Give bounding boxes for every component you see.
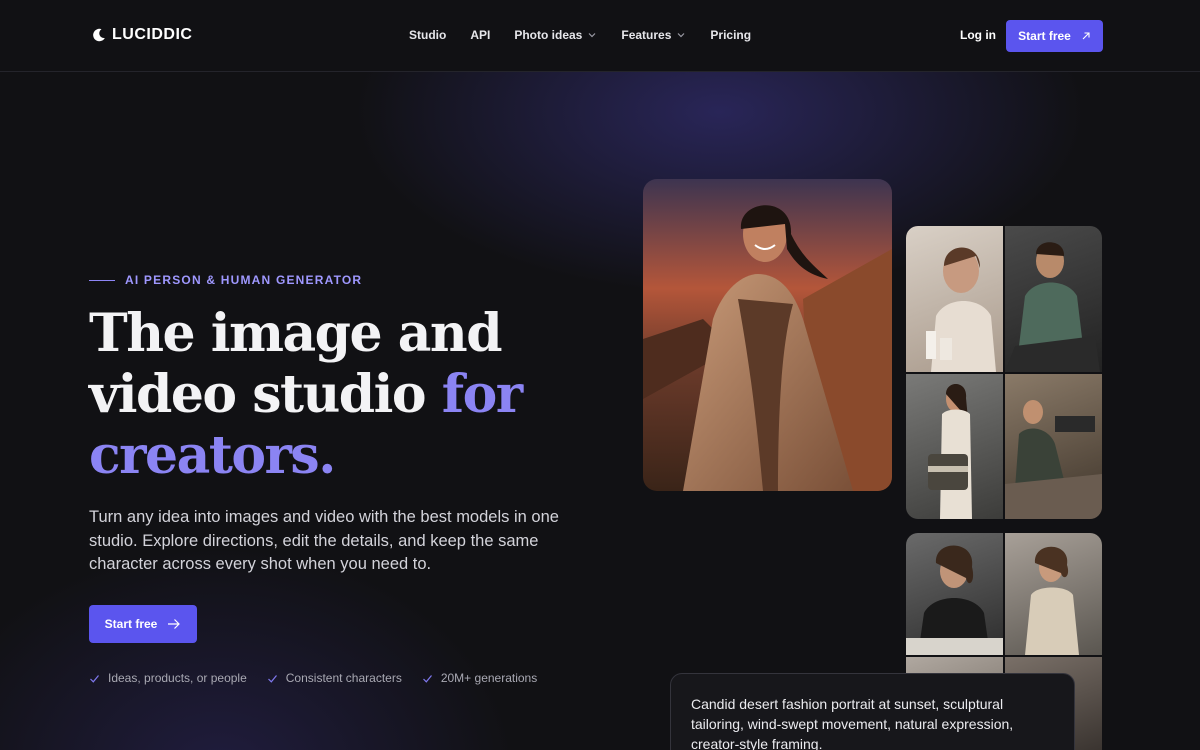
chevron-down-icon (677, 33, 685, 38)
nav-api-label: API (470, 28, 491, 42)
nav-pricing[interactable]: Pricing (710, 28, 751, 42)
check-item: Consistent characters (267, 671, 402, 685)
start-free-hero-button[interactable]: Start free (89, 605, 197, 643)
checkmark-icon (267, 674, 277, 683)
check-item: Ideas, products, or people (89, 671, 247, 685)
main-nav: Studio API Photo ideas Features Pricing (409, 28, 751, 42)
street-portrait-image (1005, 533, 1102, 655)
nav-photo-ideas[interactable]: Photo ideas (514, 28, 597, 42)
hero-checklist: Ideas, products, or people Consistent ch… (89, 671, 537, 685)
desert-portrait-illustration (643, 179, 892, 491)
check-label: 20M+ generations (440, 671, 538, 685)
fitness-portrait-image (1005, 226, 1102, 372)
living-room-portrait-image (1005, 374, 1102, 519)
chevron-down-icon (588, 33, 596, 38)
checkmark-icon (422, 674, 432, 683)
start-free-header-button[interactable]: Start free (1006, 20, 1103, 52)
brand-name: LUCIDDIC (112, 26, 193, 43)
hero-subtitle: Turn any idea into images and video with… (89, 508, 559, 573)
nav-photo-ideas-label: Photo ideas (514, 28, 583, 42)
eyebrow-text: AI PERSON & HUMAN GENERATOR (125, 273, 363, 287)
eyebrow-divider (89, 279, 115, 281)
nav-api[interactable]: API (470, 28, 490, 42)
hero-headline: The image and video studio for creators. (89, 303, 609, 486)
nav-features[interactable]: Features (621, 28, 686, 42)
prompt-text: Candid desert fashion portrait at sunset… (691, 696, 1014, 750)
moon-logo-icon (93, 28, 105, 42)
check-label: Ideas, products, or people (108, 671, 247, 685)
nav-studio[interactable]: Studio (409, 28, 446, 42)
checkmark-icon (90, 674, 99, 683)
nav-pricing-label: Pricing (710, 28, 752, 42)
desert-portrait-image (643, 179, 892, 491)
arrow-right-icon (168, 619, 181, 629)
office-portrait-image (906, 533, 1003, 655)
headline-main: The image and video studio (89, 303, 503, 425)
skincare-portrait-image (906, 226, 1003, 372)
start-free-hero-label: Start free (104, 617, 158, 631)
start-free-header-label: Start free (1018, 29, 1071, 43)
hero-eyebrow: AI PERSON & HUMAN GENERATOR (89, 273, 362, 287)
arrow-up-right-icon (1082, 32, 1090, 40)
brand-logo[interactable]: LUCIDDIC (92, 26, 192, 44)
login-link[interactable]: Log in (960, 28, 996, 42)
site-header: LUCIDDIC Studio API Photo ideas Features… (0, 0, 1200, 72)
nav-features-label: Features (621, 28, 672, 42)
travel-bag-portrait-image (906, 374, 1003, 519)
nav-studio-label: Studio (409, 28, 447, 42)
prompt-card: Candid desert fashion portrait at sunset… (670, 673, 1075, 750)
check-label: Consistent characters (285, 671, 402, 685)
check-item: 20M+ generations (422, 671, 537, 685)
portrait-grid-1 (906, 226, 1102, 519)
